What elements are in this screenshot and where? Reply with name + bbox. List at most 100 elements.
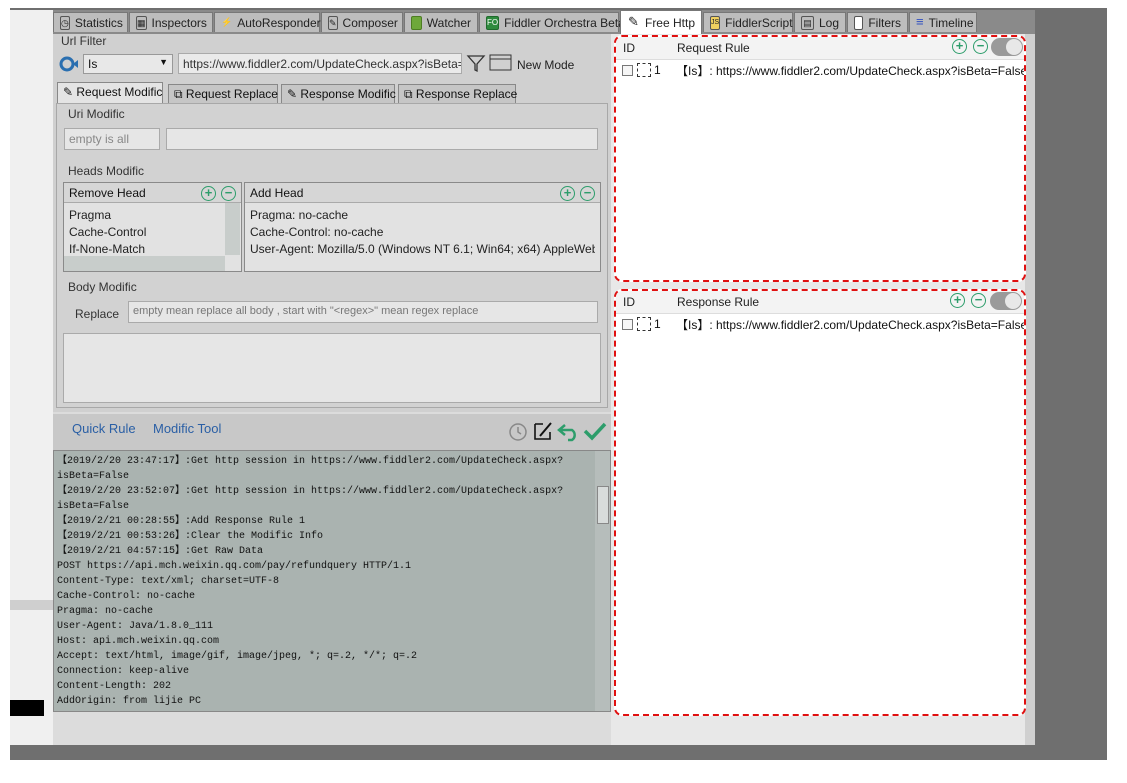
uri-mode-input[interactable]: empty is all [64,128,160,150]
tab-watcher[interactable]: ▮ Watcher [404,12,478,32]
tab-label: Filters [868,15,901,30]
subtab-label: Response Modific [300,87,396,101]
list-item[interactable]: User-Agent: Mozilla/5.0 (Windows NT 6.1;… [250,242,595,256]
url-filter-input[interactable]: https://www.fiddler2.com/UpdateCheck.asp… [178,53,462,74]
match-mode-select[interactable]: Is ▼ [83,54,173,74]
list-item[interactable]: Cache-Control: no-cache [250,225,383,239]
subtab-label: Request Replace [185,87,278,101]
uri-modific-label: Uri Modific [68,107,125,121]
request-rule-title: Request Rule [677,41,750,55]
response-rule-title: Response Rule [677,295,760,309]
subtab-request-modific[interactable]: ✎ Request Modific [57,82,163,103]
add-rule-icon[interactable]: + [950,293,965,308]
url-filter-label: Url Filter [61,34,107,48]
tab-label: Timeline [928,15,974,30]
rule-row[interactable]: 1 【Is】: https://www.fiddler2.com/UpdateC… [622,61,1024,79]
log-icon: ▤ [801,15,814,30]
watcher-icon: ▮ [411,15,422,30]
tab-filters[interactable]: Filters [847,12,908,32]
new-window-icon[interactable] [489,54,513,72]
left-strip-divider [10,600,53,610]
tab-statistics[interactable]: ◷ Statistics [53,12,128,32]
id-column-header: ID [623,41,635,55]
match-mode-value: Is [88,57,98,71]
tab-composer[interactable]: ✎ Composer [321,12,403,32]
replace-icon: ⧉ [404,87,416,101]
modific-tool-link[interactable]: Modific Tool [153,421,221,436]
uri-value-input[interactable] [166,128,598,150]
js-icon: JS [710,15,721,30]
add-head-list[interactable]: Add Head + − Pragma: no-cache Cache-Cont… [244,182,601,272]
remove-rule-icon[interactable]: − [971,293,986,308]
subtab-response-modific[interactable]: ✎ Response Modific [281,84,396,103]
response-rule-panel: ID Response Rule + − 1 【Is】: https://www… [614,289,1026,716]
tab-autoresponder[interactable]: ⚡ AutoResponder [214,12,321,32]
add-head-title: Add Head [250,186,304,200]
horizontal-scrollbar[interactable] [64,256,225,271]
pencil-icon: ✎ [628,13,639,29]
response-rule-toggle[interactable] [990,292,1022,310]
tab-log[interactable]: ▤ Log [794,12,846,32]
log-text: 【2019/2/20 23:47:17】:Get http session in… [57,456,564,707]
tab-timeline[interactable]: ≡ Timeline [909,12,977,32]
vertical-scrollbar[interactable] [595,451,610,711]
rule-checkbox[interactable] [622,318,633,330]
scroll-thumb[interactable] [597,486,609,524]
subtab-response-replace[interactable]: ⧉ Response Replace [398,84,518,103]
outer-scrollbar[interactable] [1025,34,1035,745]
list-item[interactable]: Cache-Control [69,225,146,239]
tab-inspectors[interactable]: ▦ Inspectors [129,12,213,32]
left-session-strip [10,10,53,745]
edit-box-icon[interactable] [532,420,554,442]
pencil-icon: ✎ [287,87,301,101]
tab-free-http[interactable]: ✎ Free Http [620,10,702,34]
tab-label: Statistics [74,15,123,30]
rule-type-icon [637,63,651,77]
list-item[interactable]: If-None-Match [69,242,145,256]
replace-icon: ⧉ [174,87,186,101]
tab-label: AutoResponder [237,15,321,30]
funnel-icon[interactable] [466,53,486,73]
add-circle-icon[interactable]: + [560,186,575,201]
alarm-clock-icon[interactable] [507,420,529,442]
pencil-icon: ✎ [63,85,77,99]
timeline-icon: ≡ [916,13,924,29]
undo-icon[interactable] [557,420,581,442]
rule-checkbox[interactable] [622,64,633,76]
log-console[interactable]: 【2019/2/20 23:47:17】:Get http session in… [53,450,611,712]
new-mode-label[interactable]: New Mode [517,58,574,72]
list-item[interactable]: Pragma [69,208,111,222]
add-rule-icon[interactable]: + [952,39,967,54]
request-rule-header: ID Request Rule + − [616,37,1024,60]
checkmark-icon[interactable] [583,420,607,442]
tab-fiddler-orchestra[interactable]: FO Fiddler Orchestra Beta [479,12,625,32]
remove-circle-icon[interactable]: − [580,186,595,201]
tab-label: Watcher [426,15,471,30]
subtab-request-replace[interactable]: ⧉ Request Replace [168,84,278,103]
stopwatch-icon: ◷ [60,15,70,30]
vertical-scrollbar[interactable] [225,203,240,255]
replace-label: Replace [75,307,120,321]
tab-label: FiddlerScript [725,15,793,30]
tab-label: Inspectors [151,15,207,30]
remove-head-list[interactable]: Remove Head + − Pragma Cache-Control If-… [63,182,242,272]
remove-circle-icon[interactable]: − [221,186,236,201]
body-content-textarea[interactable] [63,333,601,403]
tab-label: Fiddler Orchestra Beta [504,15,625,30]
list-item[interactable]: Pragma: no-cache [250,208,348,222]
fo-icon: FO [486,15,500,30]
subtab-label: Response Replace [415,87,518,101]
tab-fiddlerscript[interactable]: JS FiddlerScript [703,12,793,32]
response-rule-header: ID Response Rule + − [616,291,1024,314]
quick-rule-link[interactable]: Quick Rule [72,421,136,436]
rule-id: 1 [654,63,661,77]
left-strip-dark-bar [10,700,44,716]
add-head-header: Add Head [245,183,600,203]
remove-rule-icon[interactable]: − [973,39,988,54]
rule-row[interactable]: 1 【Is】: https://www.fiddler2.com/UpdateC… [622,315,1024,333]
checkbox-icon [854,15,864,30]
filter-toggle-icon[interactable] [58,55,78,73]
body-replace-input[interactable]: empty mean replace all body , start with… [128,301,598,323]
add-circle-icon[interactable]: + [201,186,216,201]
request-rule-toggle[interactable] [991,38,1023,56]
